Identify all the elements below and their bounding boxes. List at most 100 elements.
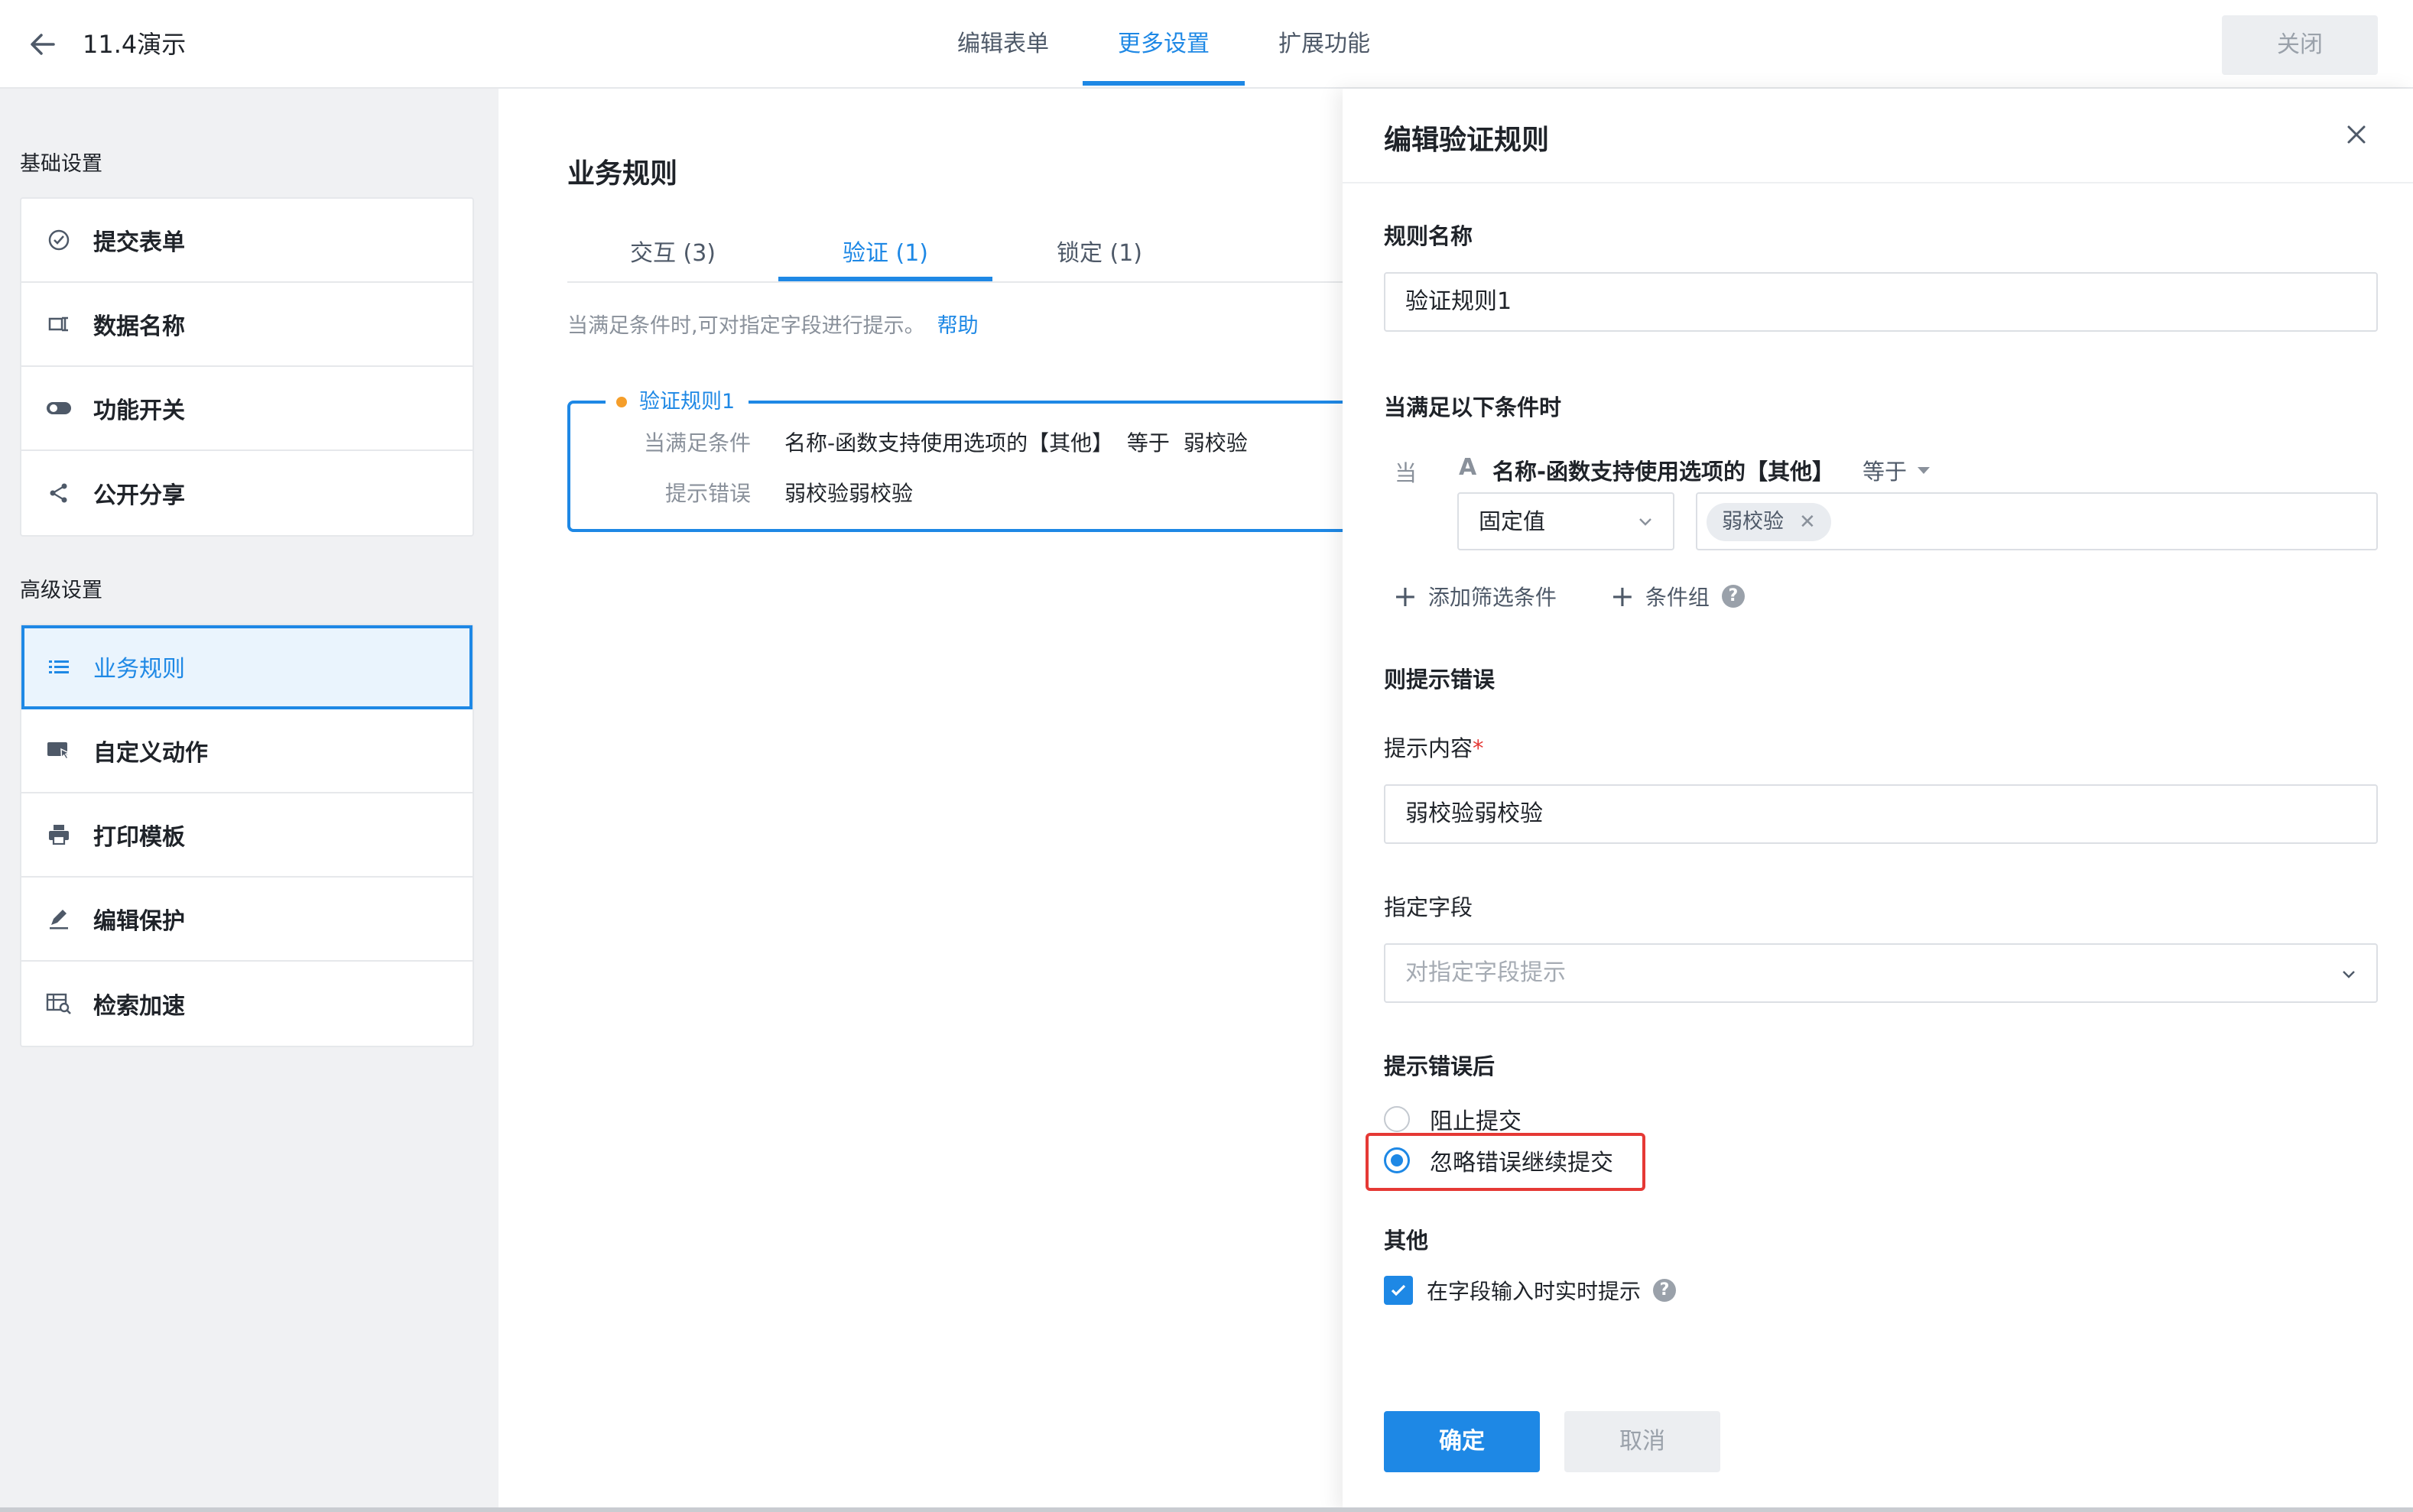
- condition-field[interactable]: 名称-函数支持使用选项的【其他】: [1492, 454, 1834, 486]
- hint-text: 当满足条件时,可对指定字段进行提示。: [567, 314, 925, 338]
- error-value: 弱校验弱校验: [784, 481, 914, 506]
- error-message-input[interactable]: 弱校验弱校验: [1384, 784, 2378, 844]
- sidebar-item-label: 自定义动作: [93, 740, 208, 767]
- radio-block-submit[interactable]: 阻止提交: [1384, 1102, 1522, 1136]
- help-link[interactable]: 帮助: [937, 314, 979, 338]
- rule-condition-row: 当满足条件 名称-函数支持使用选项的【其他】 等于 弱校验: [609, 427, 1248, 457]
- top-nav-tabs: 编辑表单 更多设置 扩展功能: [0, 0, 2413, 89]
- check-circle-icon: [46, 227, 72, 253]
- chevron-down-icon: [2343, 971, 2355, 978]
- sidebar-item-label: 检索加速: [93, 993, 185, 1020]
- condition-key: 当满足条件: [643, 430, 751, 456]
- pen-icon: [46, 906, 72, 932]
- error-key: 提示错误: [664, 481, 751, 506]
- radio-button-selected[interactable]: [1384, 1147, 1410, 1173]
- value-tag: 弱校验 ✕: [1707, 503, 1831, 541]
- checkbox-checked[interactable]: [1384, 1276, 1413, 1305]
- cancel-button[interactable]: 取消: [1564, 1411, 1720, 1472]
- add-condition-group-button[interactable]: + 条件组 ?: [1610, 581, 1745, 612]
- status-dot-icon: [616, 397, 627, 407]
- close-button[interactable]: 关闭: [2222, 15, 2378, 75]
- rule-name-label: 规则名称: [1384, 223, 1473, 249]
- tab-extensions[interactable]: 扩展功能: [1246, 0, 1402, 89]
- sidebar-item-custom-actions[interactable]: 自定义动作: [21, 709, 473, 793]
- rule-error-row: 提示错误 弱校验弱校验: [609, 477, 913, 508]
- caret-down-icon: [1918, 466, 1931, 474]
- confirm-button[interactable]: 确定: [1384, 1411, 1540, 1472]
- help-question-icon[interactable]: ?: [1653, 1279, 1677, 1302]
- condition-label: 当满足以下条件时: [1384, 394, 1562, 420]
- validation-rule-card[interactable]: 验证规则1 当满足条件 名称-函数支持使用选项的【其他】 等于 弱校验 提示错误 弱…: [567, 387, 1362, 532]
- other-label: 其他: [1384, 1228, 1429, 1254]
- help-question-icon[interactable]: ?: [1721, 585, 1745, 608]
- sidebar-item-feature-toggle[interactable]: 功能开关: [21, 367, 473, 451]
- sidebar-item-search-acceleration[interactable]: 检索加速: [21, 962, 473, 1046]
- label-tag-icon: [46, 311, 72, 337]
- rule-name: 验证规则1: [639, 390, 736, 414]
- advanced-settings-menu: 业务规则 自定义动作 打印模板 编辑保护 检索加速: [20, 624, 474, 1047]
- checkbox-label: 在字段输入时实时提示: [1427, 1279, 1642, 1304]
- remove-tag-icon[interactable]: ✕: [1799, 503, 1816, 541]
- active-tab-underline: [1083, 81, 1245, 86]
- sidebar-item-label: 编辑保护: [93, 908, 185, 935]
- after-error-label: 提示错误后: [1384, 1053, 1496, 1079]
- sidebar-item-submit-form[interactable]: 提交表单: [21, 199, 473, 283]
- active-subtab-underline: [778, 277, 992, 281]
- rule-type-tabs: 交互 (3) 验证 (1) 锁定 (1): [567, 226, 1343, 283]
- text-field-type-icon: A: [1459, 454, 1477, 481]
- sidebar-item-label: 数据名称: [93, 313, 185, 340]
- condition-value: 名称-函数支持使用选项的【其他】 等于 弱校验: [784, 430, 1248, 456]
- sidebar-item-label: 功能开关: [93, 397, 185, 424]
- tab-edit-form[interactable]: 编辑表单: [927, 0, 1080, 89]
- tab-validation[interactable]: 验证 (1): [778, 226, 992, 281]
- tab-lock[interactable]: 锁定 (1): [992, 226, 1206, 281]
- chevron-down-icon: [1639, 518, 1651, 526]
- sidebar-item-edit-protection[interactable]: 编辑保护: [21, 878, 473, 962]
- sidebar-item-business-rules[interactable]: 业务规则: [21, 625, 473, 709]
- rule-name-input[interactable]: 验证规则1: [1384, 272, 2378, 332]
- realtime-hint-checkbox-row[interactable]: 在字段输入时实时提示 ?: [1384, 1275, 1677, 1306]
- message-label: 提示内容*: [1384, 731, 1484, 763]
- advanced-settings-title: 高级设置: [20, 579, 102, 602]
- rules-content: 业务规则 交互 (3) 验证 (1) 锁定 (1) 当满足条件时,可对指定字段进…: [499, 89, 1362, 1507]
- tab-more-settings[interactable]: 更多设置: [1083, 0, 1245, 89]
- sidebar-item-label: 业务规则: [93, 656, 185, 683]
- value-type-select[interactable]: 固定值: [1457, 492, 1674, 550]
- condition-operator-select[interactable]: 等于: [1863, 454, 1931, 486]
- settings-sidebar: 基础设置 提交表单 数据名称 功能开关 公开分享 高级设置 业务规则 自定义动作…: [0, 89, 499, 1507]
- sidebar-item-data-name[interactable]: 数据名称: [21, 283, 473, 367]
- edit-validation-rule-panel: 编辑验证规则 规则名称 验证规则1 当满足以下条件时 当 A 名称-函数支持使用…: [1343, 89, 2413, 1512]
- sidebar-item-public-share[interactable]: 公开分享: [21, 451, 473, 535]
- panel-title: 编辑验证规则: [1384, 125, 1550, 156]
- close-icon[interactable]: [2341, 119, 2372, 150]
- window-bottom-edge: [0, 1507, 2413, 1512]
- cursor-window-icon: [46, 738, 72, 764]
- rules-hint: 当满足条件时,可对指定字段进行提示。 帮助: [567, 309, 979, 339]
- target-field-placeholder: 对指定字段提示: [1405, 959, 1566, 986]
- share-icon: [46, 480, 72, 506]
- required-mark: *: [1473, 735, 1484, 761]
- radio-button[interactable]: [1384, 1106, 1410, 1132]
- sidebar-item-print-template[interactable]: 打印模板: [21, 793, 473, 878]
- add-filter-label: 添加筛选条件: [1427, 585, 1557, 610]
- radio-ignore-continue[interactable]: 忽略错误继续提交: [1384, 1144, 1613, 1177]
- basic-settings-title: 基础设置: [20, 152, 102, 176]
- tab-interaction[interactable]: 交互 (3): [567, 226, 778, 281]
- condition-value-input[interactable]: 弱校验 ✕: [1696, 492, 2378, 550]
- condition-when-text: 当: [1395, 460, 1418, 486]
- add-filter-button[interactable]: + 添加筛选条件: [1393, 581, 1557, 612]
- search-table-icon: [46, 991, 72, 1017]
- page-title: 业务规则: [567, 158, 678, 190]
- sidebar-item-label: 公开分享: [93, 482, 185, 509]
- then-error-label: 则提示错误: [1384, 667, 1496, 693]
- target-field-label: 指定字段: [1384, 894, 1473, 920]
- operator-label: 等于: [1863, 459, 1908, 485]
- radio-label: 阻止提交: [1430, 1108, 1522, 1135]
- rule-name-badge: 验证规则1: [606, 387, 749, 417]
- value-type-label: 固定值: [1479, 508, 1546, 534]
- sidebar-item-label: 提交表单: [93, 229, 185, 256]
- target-field-select[interactable]: 对指定字段提示: [1384, 943, 2378, 1003]
- toggle-icon: [46, 395, 72, 421]
- basic-settings-menu: 提交表单 数据名称 功能开关 公开分享: [20, 197, 474, 537]
- message-label-text: 提示内容: [1384, 735, 1473, 761]
